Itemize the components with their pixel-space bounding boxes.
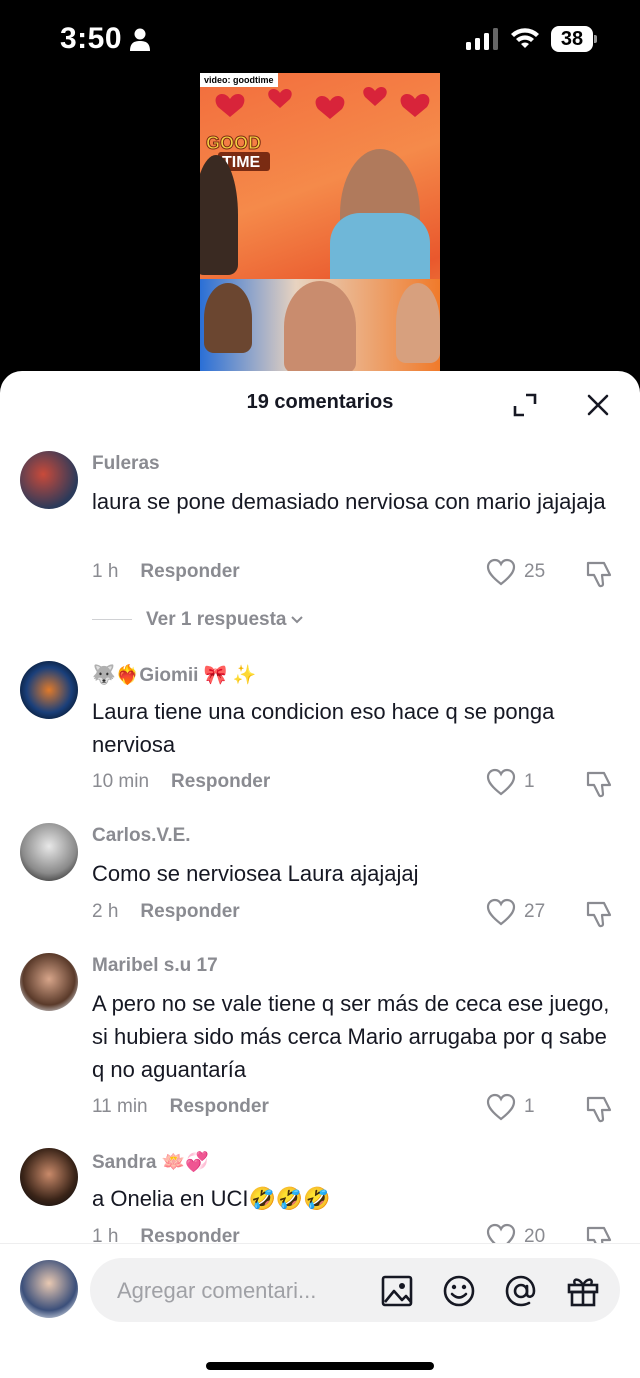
heart-icon <box>486 558 516 586</box>
comment-meta: 10 min Responder <box>92 771 270 793</box>
video-tag: video: goodtime <box>200 73 278 87</box>
image-icon[interactable] <box>380 1274 414 1308</box>
avatar[interactable] <box>20 661 78 719</box>
comment-input[interactable]: Agregar comentari... <box>90 1258 620 1322</box>
avatar[interactable] <box>20 953 78 1011</box>
dislike-icon[interactable] <box>584 899 614 929</box>
my-avatar[interactable] <box>20 1260 78 1318</box>
comment-text: a Onelia en UCI🤣🤣🤣 <box>92 1186 331 1211</box>
reply-button[interactable]: Responder <box>140 901 239 922</box>
comment-time: 1 h <box>92 1226 119 1243</box>
status-bar: 3:50 38 <box>0 0 640 80</box>
like-button[interactable]: 1 <box>486 1093 556 1123</box>
avatar[interactable] <box>20 823 78 881</box>
wifi-icon <box>511 28 539 48</box>
video-face-2 <box>284 281 356 373</box>
reply-button[interactable]: Responder <box>140 561 239 582</box>
battery-indicator: 38 <box>551 26 597 52</box>
person-icon <box>130 28 150 51</box>
comment-meta: 1 h Responder <box>92 1226 240 1243</box>
like-button[interactable]: 27 <box>486 898 556 928</box>
comment-meta: 11 min Responder <box>92 1096 269 1118</box>
video-face-3 <box>396 283 440 363</box>
like-count: 20 <box>524 1226 546 1243</box>
comment-username[interactable]: Sandra 🪷💞 <box>92 1150 209 1174</box>
comment-time: 10 min <box>92 771 150 792</box>
battery-level: 38 <box>560 28 584 50</box>
comment-text: Laura tiene una condicion eso hace q se … <box>92 699 555 757</box>
avatar[interactable] <box>20 1148 78 1206</box>
dislike-icon[interactable] <box>584 559 614 589</box>
signal-icon <box>466 28 498 50</box>
comments-sheet: 19 comentarios Fuleras laura se pone dem… <box>0 371 640 1378</box>
svg-text:GOOD: GOOD <box>206 133 261 153</box>
view-replies-label: Ver 1 respuesta <box>146 609 287 630</box>
comment-input-placeholder: Agregar comentari... <box>117 1278 317 1303</box>
like-button[interactable]: 25 <box>486 558 556 588</box>
view-replies-button[interactable]: Ver 1 respuesta <box>92 609 304 631</box>
comment-text: laura se pone demasiado nerviosa con mar… <box>92 489 606 514</box>
expand-icon[interactable] <box>512 392 538 418</box>
comment-time: 2 h <box>92 901 119 922</box>
like-count: 27 <box>524 901 546 922</box>
comment-username[interactable]: Fuleras <box>92 453 160 475</box>
comment-time: 11 min <box>92 1096 148 1117</box>
heart-icon <box>486 1093 516 1121</box>
heart-icon <box>486 768 516 796</box>
like-count: 1 <box>524 1096 535 1117</box>
like-button[interactable]: 20 <box>486 1223 556 1243</box>
video-person-left <box>200 155 238 275</box>
comment-username[interactable]: Maribel s.u 17 <box>92 955 218 977</box>
close-icon[interactable] <box>584 391 612 419</box>
like-button[interactable]: 1 <box>486 768 556 798</box>
video-face-1 <box>204 283 252 353</box>
comment-meta: 1 h Responder <box>92 561 240 583</box>
video-thumbnail[interactable]: video: goodtime GOOD TIME <box>200 73 440 373</box>
heart-icon <box>486 898 516 926</box>
comment-time: 1 h <box>92 561 119 582</box>
comment-username[interactable]: 🐺❤️‍🔥Giomii 🎀 ✨ <box>92 663 256 687</box>
dislike-icon[interactable] <box>584 1094 614 1124</box>
status-time: 3:50 <box>60 22 123 55</box>
comments-list[interactable]: Fuleras laura se pone demasiado nerviosa… <box>0 437 640 1243</box>
gift-icon[interactable] <box>566 1274 600 1308</box>
mention-icon[interactable] <box>504 1274 538 1308</box>
dislike-icon[interactable] <box>584 1224 614 1243</box>
comment-text: Como se nerviosea Laura ajajajaj <box>92 861 419 886</box>
comment-username[interactable]: Carlos.V.E. <box>92 825 191 847</box>
avatar[interactable] <box>20 451 78 509</box>
reply-button[interactable]: Responder <box>140 1226 239 1243</box>
emoji-icon[interactable] <box>442 1274 476 1308</box>
dislike-icon[interactable] <box>584 769 614 799</box>
comment-meta: 2 h Responder <box>92 901 240 923</box>
home-indicator <box>206 1362 434 1370</box>
reply-button[interactable]: Responder <box>171 771 270 792</box>
comment-input-bar: Agregar comentari... <box>0 1243 640 1378</box>
reply-button[interactable]: Responder <box>170 1096 269 1117</box>
comments-title: 19 comentarios <box>246 391 394 413</box>
heart-icon <box>486 1223 516 1243</box>
video-person-shirt <box>330 213 430 279</box>
hearts-decoration <box>215 86 430 119</box>
chevron-down-icon <box>291 616 304 624</box>
like-count: 25 <box>524 561 546 582</box>
comment-text: A pero no se vale tiene q ser más de cec… <box>92 991 610 1082</box>
like-count: 1 <box>524 771 535 792</box>
